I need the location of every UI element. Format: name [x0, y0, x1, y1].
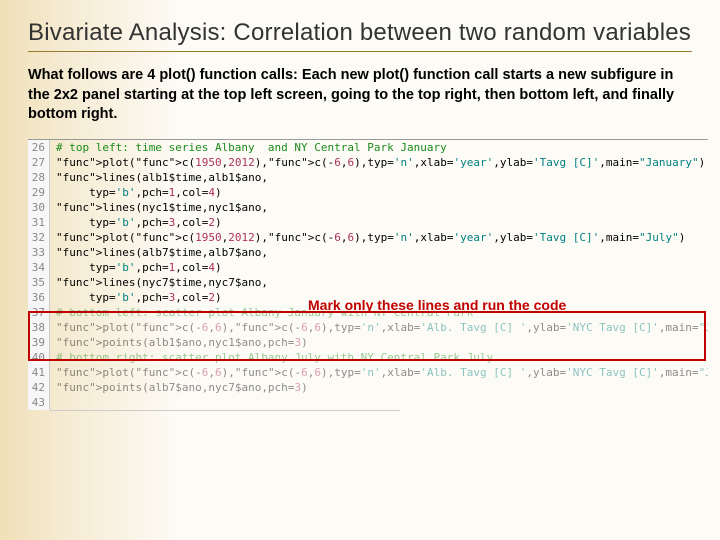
code-line: 26# top left: time series Albany and NY …: [28, 140, 708, 155]
code-line: 27"func">plot("func">c(1950,2012),"func"…: [28, 155, 708, 170]
code-line: 34 typ='b',pch=1,col=4): [28, 260, 708, 275]
code-line: 31 typ='b',pch=3,col=2): [28, 215, 708, 230]
code-text: [50, 395, 708, 410]
code-text: "func">lines(nyc7$time,nyc7$ano,: [50, 275, 708, 290]
line-number: 28: [28, 170, 50, 185]
annotation-label: Mark only these lines and run the code: [308, 297, 566, 313]
code-text: # bottom right: scatter plot Albany July…: [50, 350, 708, 365]
code-line: 28"func">lines(alb1$time,alb1$ano,: [28, 170, 708, 185]
code-line: 35"func">lines(nyc7$time,nyc7$ano,: [28, 275, 708, 290]
code-text: "func">points(alb1$ano,nyc1$ano,pch=3): [50, 335, 708, 350]
code-line: 43: [28, 395, 708, 410]
code-text: typ='b',pch=3,col=2): [50, 215, 708, 230]
line-number: 27: [28, 155, 50, 170]
code-line: 33"func">lines(alb7$time,alb7$ano,: [28, 245, 708, 260]
code-text: typ='b',pch=1,col=4): [50, 185, 708, 200]
line-number: 37: [28, 305, 50, 320]
slide-title: Bivariate Analysis: Correlation between …: [28, 18, 692, 48]
code-text: "func">points(alb7$ano,nyc7$ano,pch=3): [50, 380, 708, 395]
code-text: "func">plot("func">c(-6,6),"func">c(-6,6…: [50, 365, 708, 380]
title-underline: [28, 51, 692, 52]
line-number: 33: [28, 245, 50, 260]
line-number: 34: [28, 260, 50, 275]
code-text: "func">plot("func">c(1950,2012),"func">c…: [50, 230, 708, 245]
line-number: 36: [28, 290, 50, 305]
code-text: "func">lines(nyc1$time,nyc1$ano,: [50, 200, 708, 215]
code-line: 32"func">plot("func">c(1950,2012),"func"…: [28, 230, 708, 245]
line-number: 39: [28, 335, 50, 350]
line-number: 26: [28, 140, 50, 155]
line-number: 29: [28, 185, 50, 200]
line-number: 40: [28, 350, 50, 365]
line-number: 31: [28, 215, 50, 230]
code-line: 40# bottom right: scatter plot Albany Ju…: [28, 350, 708, 365]
code-line: 41"func">plot("func">c(-6,6),"func">c(-6…: [28, 365, 708, 380]
line-number: 42: [28, 380, 50, 395]
code-line: 38"func">plot("func">c(-6,6),"func">c(-6…: [28, 320, 708, 335]
code-line: 39"func">points(alb1$ano,nyc1$ano,pch=3): [28, 335, 708, 350]
line-number: 38: [28, 320, 50, 335]
code-line: 29 typ='b',pch=1,col=4): [28, 185, 708, 200]
line-number: 30: [28, 200, 50, 215]
line-number: 35: [28, 275, 50, 290]
code-text: "func">plot("func">c(-6,6),"func">c(-6,6…: [50, 320, 708, 335]
code-line: 42"func">points(alb7$ano,nyc7$ano,pch=3): [28, 380, 708, 395]
code-block: 26# top left: time series Albany and NY …: [28, 139, 708, 411]
line-number: 32: [28, 230, 50, 245]
code-text: # top left: time series Albany and NY Ce…: [50, 140, 708, 155]
code-line: 30"func">lines(nyc1$time,nyc1$ano,: [28, 200, 708, 215]
code-text: typ='b',pch=1,col=4): [50, 260, 708, 275]
slide-description: What follows are 4 plot() function calls…: [28, 66, 692, 125]
code-text: "func">lines(alb1$time,alb1$ano,: [50, 170, 708, 185]
line-number: 41: [28, 365, 50, 380]
code-text: "func">lines(alb7$time,alb7$ano,: [50, 245, 708, 260]
code-text: "func">plot("func">c(1950,2012),"func">c…: [50, 155, 708, 170]
line-number: 43: [28, 395, 50, 410]
